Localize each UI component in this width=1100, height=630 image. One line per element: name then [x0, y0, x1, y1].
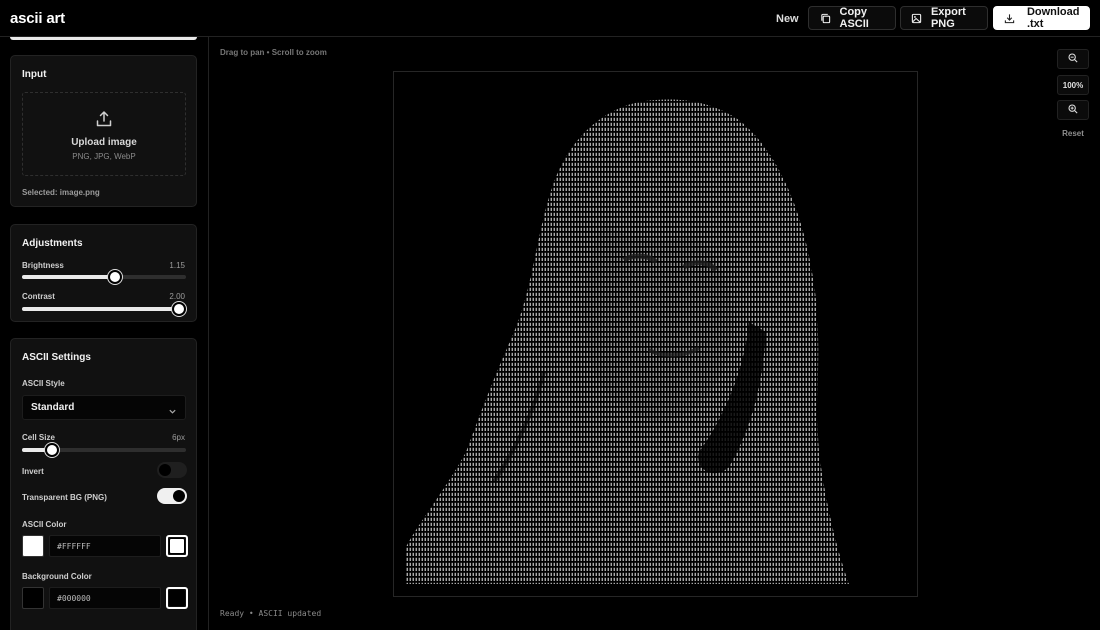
background-color-row: #000000 [22, 587, 188, 609]
background-color-swatch[interactable] [22, 587, 44, 609]
status-text: Ready • ASCII updated [220, 609, 322, 618]
top-bar: ascii art New Copy ASCII Export PNG Down… [0, 0, 1100, 37]
sidebar[interactable]: Input Upload image PNG, JPG, WebP Select… [0, 37, 209, 630]
ascii-style-select[interactable]: Standard [22, 395, 186, 420]
ascii-style-value: Standard [31, 402, 75, 413]
export-png-label: Export PNG [930, 6, 966, 30]
background-color-label: Background Color [22, 572, 92, 581]
cell-size-value: 6px [172, 433, 185, 442]
upload-formats: PNG, JPG, WebP [72, 152, 136, 161]
background-color-picker[interactable] [166, 587, 188, 609]
ascii-color-swatch[interactable] [22, 535, 44, 557]
adjustments-panel: Adjustments Brightness 1.15 Contrast 2.0… [10, 224, 197, 322]
ascii-settings-panel: ASCII Settings ASCII Style Standard Cell… [10, 338, 197, 630]
pan-zoom-hint: Drag to pan • Scroll to zoom [220, 48, 327, 57]
transparent-bg-toggle[interactable] [157, 488, 187, 504]
ascii-color-row: #FFFFFF [22, 535, 188, 557]
ascii-color-picker[interactable] [166, 535, 188, 557]
ascii-style-label: ASCII Style [22, 379, 65, 388]
adjustments-title: Adjustments [22, 238, 83, 249]
scrolled-card-edge [10, 37, 197, 40]
download-txt-button[interactable]: Download .txt [993, 6, 1090, 30]
ascii-art-preview[interactable] [393, 71, 918, 597]
app-title: ascii art [10, 10, 65, 27]
chevron-down-icon [168, 403, 177, 421]
copy-ascii-label: Copy ASCII [839, 6, 869, 30]
contrast-slider-thumb[interactable] [172, 302, 186, 316]
background-color-hex-input[interactable]: #000000 [49, 587, 161, 609]
input-panel: Input Upload image PNG, JPG, WebP Select… [10, 55, 197, 207]
reset-button[interactable]: Reset [1057, 129, 1089, 138]
ascii-settings-title: ASCII Settings [22, 352, 91, 363]
input-title: Input [22, 69, 47, 80]
canvas-area[interactable]: Drag to pan • Scroll to zoom 100% Reset … [210, 37, 1100, 630]
download-txt-label: Download .txt [1026, 6, 1080, 30]
zoom-level: 100% [1057, 75, 1089, 95]
upload-icon [95, 110, 113, 128]
image-icon [907, 13, 927, 24]
cell-size-slider-thumb[interactable] [44, 443, 59, 457]
brightness-value: 1.15 [169, 261, 185, 270]
contrast-value: 2.00 [169, 292, 185, 301]
zoom-out-icon [1068, 50, 1078, 68]
brightness-slider[interactable] [22, 270, 186, 284]
contrast-slider[interactable] [22, 302, 186, 316]
new-button[interactable]: New [768, 7, 807, 30]
brightness-label: Brightness [22, 261, 64, 270]
transparent-bg-label: Transparent BG (PNG) [22, 493, 107, 502]
ascii-color-hex-input[interactable]: #FFFFFF [49, 535, 161, 557]
export-png-button[interactable]: Export PNG [900, 6, 988, 30]
upload-dropzone[interactable]: Upload image PNG, JPG, WebP [22, 92, 186, 176]
invert-label: Invert [22, 467, 44, 476]
zoom-in-icon [1068, 101, 1078, 119]
cell-size-label: Cell Size [22, 433, 55, 442]
contrast-label: Contrast [22, 292, 55, 301]
selected-file: Selected: image.png [22, 188, 100, 197]
upload-title: Upload image [71, 137, 137, 148]
ascii-art-image [406, 99, 849, 585]
cell-size-slider[interactable] [22, 443, 186, 457]
ascii-color-label: ASCII Color [22, 520, 67, 529]
zoom-in-button[interactable] [1057, 100, 1089, 120]
zoom-out-button[interactable] [1057, 49, 1089, 69]
invert-toggle[interactable] [157, 462, 187, 478]
copy-icon [815, 13, 836, 24]
download-icon [1000, 13, 1019, 24]
brightness-slider-thumb[interactable] [108, 270, 123, 284]
copy-ascii-button[interactable]: Copy ASCII [808, 6, 896, 30]
